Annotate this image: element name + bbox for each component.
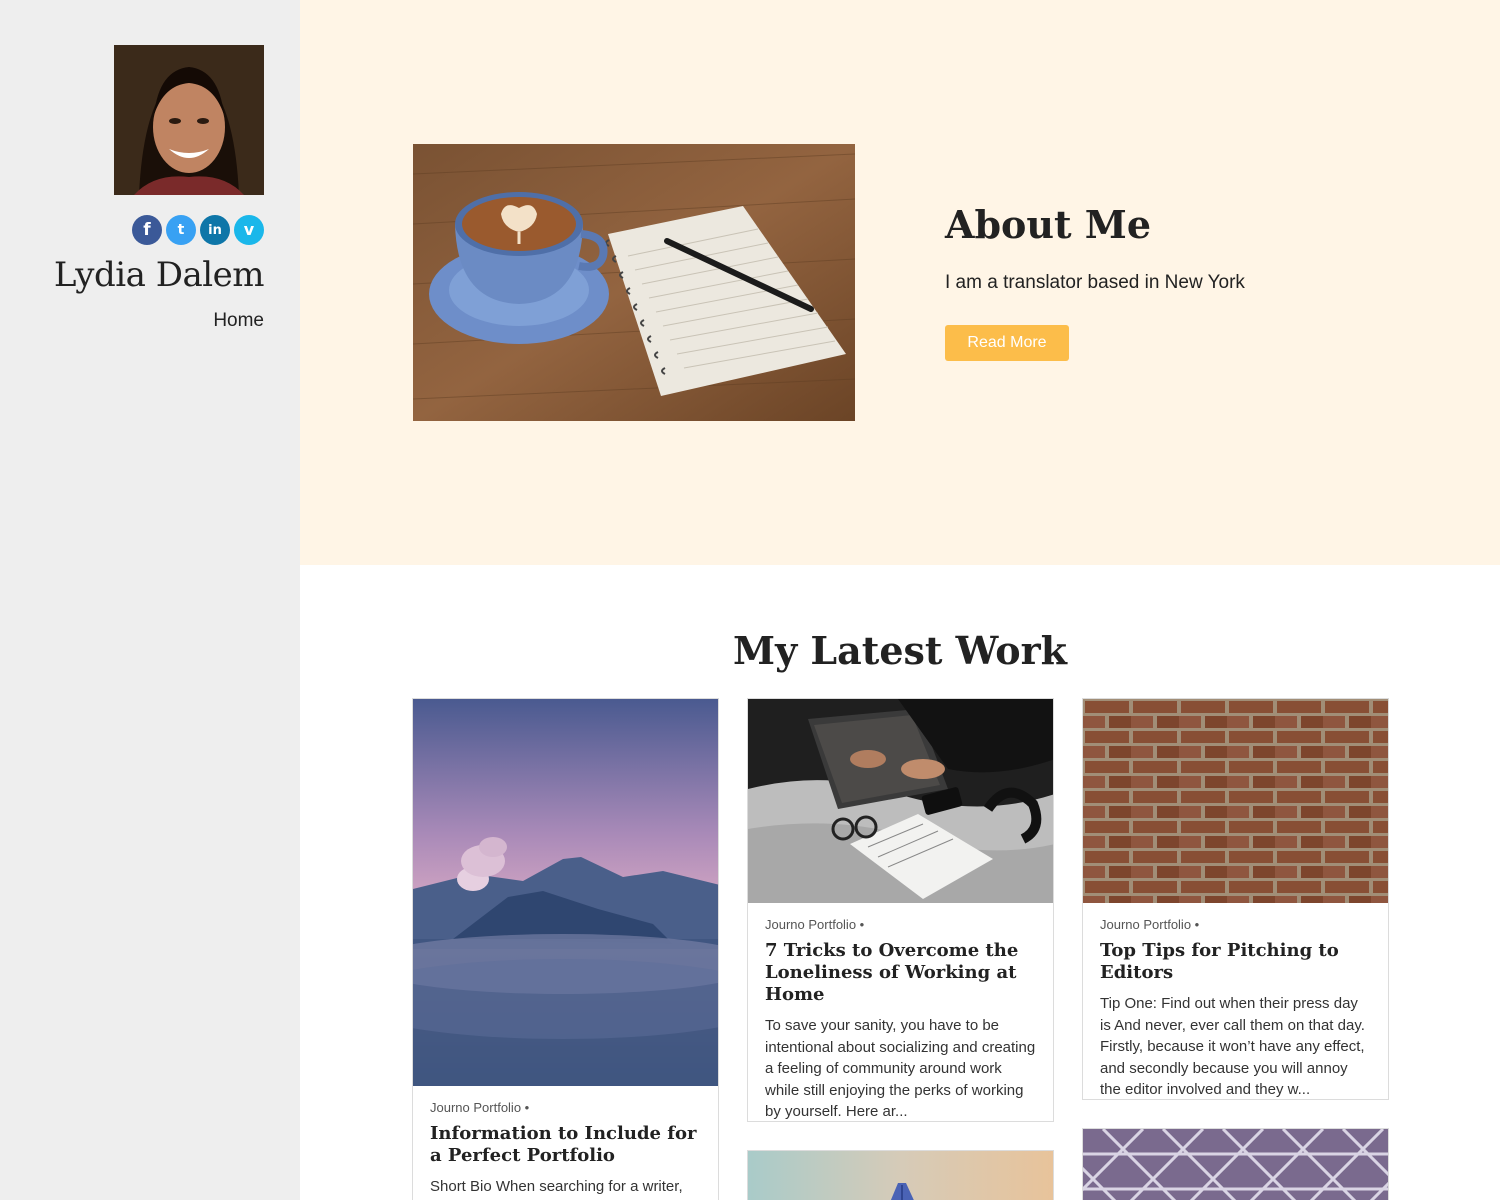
site-name[interactable]: Lydia Dalem [54, 255, 265, 295]
about-image [413, 144, 855, 421]
card-meta: Journo Portfolio • [430, 1100, 530, 1115]
linkedin-icon[interactable]: in [200, 215, 230, 245]
card-excerpt: Tip One: Find out when their press day i… [1100, 995, 1365, 1099]
card-excerpt: Short Bio When searching for a writer, [430, 1178, 683, 1195]
card-title[interactable]: Top Tips for Pitching to Editors [1100, 940, 1371, 984]
card-meta: Journo Portfolio • [1100, 917, 1200, 932]
work-card[interactable]: Journo Portfolio • 7 Tricks to Overcome … [747, 698, 1054, 1122]
sidebar: f t in v Lydia Dalem Home [0, 0, 300, 1200]
card-image-brick-wall [1083, 699, 1388, 903]
card-title[interactable]: Information to Include for a Perfect Por… [430, 1123, 701, 1167]
card-meta: Journo Portfolio • [765, 917, 865, 932]
work-card[interactable]: Journo Portfolio • Top Tips for Pitching… [1082, 698, 1389, 1100]
twitter-icon[interactable]: t [166, 215, 196, 245]
work-card[interactable] [1082, 1128, 1389, 1200]
social-links: f t in v [132, 215, 264, 245]
card-image-building [748, 1151, 1053, 1200]
facebook-icon[interactable]: f [132, 215, 162, 245]
vimeo-icon[interactable]: v [234, 215, 264, 245]
card-excerpt: To save your sanity, you have to be inte… [765, 1017, 1036, 1121]
avatar [114, 45, 264, 195]
card-image-mountain [413, 699, 718, 1086]
work-card[interactable]: Journo Portfolio • Information to Includ… [412, 698, 719, 1200]
work-section-title: My Latest Work [733, 628, 1067, 673]
card-image-laptop [748, 699, 1053, 903]
about-text: I am a translator based in New York [945, 272, 1245, 293]
card-title[interactable]: 7 Tricks to Overcome the Loneliness of W… [765, 940, 1036, 1006]
read-more-button[interactable]: Read More [945, 325, 1069, 361]
about-section: About Me I am a translator based in New … [300, 0, 1500, 565]
card-image-lattice-roof [1083, 1129, 1388, 1200]
work-card[interactable] [747, 1150, 1054, 1200]
about-title: About Me [945, 202, 1152, 247]
nav-home-link[interactable]: Home [213, 310, 264, 332]
